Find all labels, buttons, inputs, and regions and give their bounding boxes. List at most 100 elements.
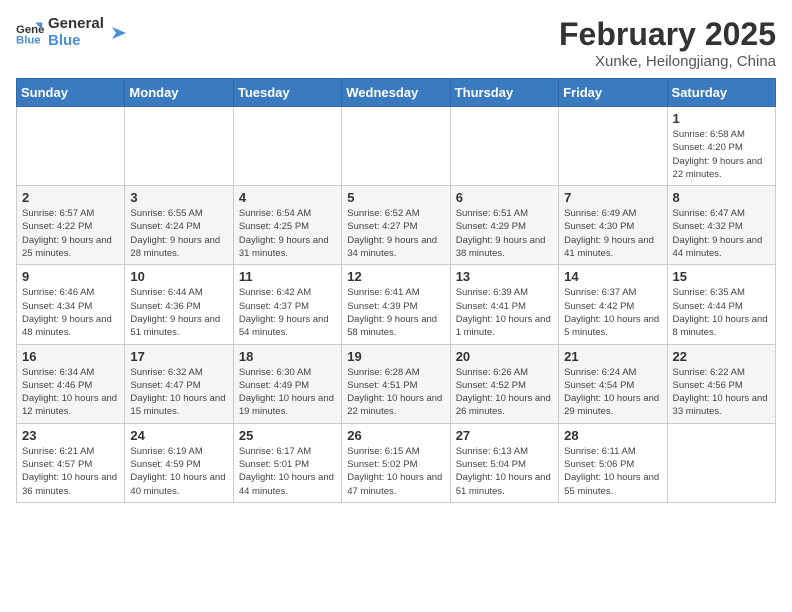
day-info: Sunrise: 6:32 AM Sunset: 4:47 PM Dayligh… bbox=[130, 366, 227, 419]
calendar-cell: 15 Sunrise: 6:35 AM Sunset: 4:44 PM Dayli… bbox=[667, 265, 775, 344]
day-number: 19 bbox=[347, 349, 444, 364]
calendar-cell: 6 Sunrise: 6:51 AM Sunset: 4:29 PM Daylig… bbox=[450, 186, 558, 265]
day-number: 18 bbox=[239, 349, 336, 364]
page-header: General Blue General Blue February 2025 … bbox=[16, 16, 776, 70]
day-number: 17 bbox=[130, 349, 227, 364]
day-number: 23 bbox=[22, 428, 119, 443]
day-number: 8 bbox=[673, 190, 770, 205]
day-number: 25 bbox=[239, 428, 336, 443]
calendar-header-row: SundayMondayTuesdayWednesdayThursdayFrid… bbox=[17, 79, 776, 107]
day-number: 12 bbox=[347, 269, 444, 284]
day-info: Sunrise: 6:57 AM Sunset: 4:22 PM Dayligh… bbox=[22, 207, 119, 260]
calendar-cell: 12 Sunrise: 6:41 AM Sunset: 4:39 PM Dayli… bbox=[342, 265, 450, 344]
day-info: Sunrise: 6:28 AM Sunset: 4:51 PM Dayligh… bbox=[347, 366, 444, 419]
weekday-header-saturday: Saturday bbox=[667, 79, 775, 107]
calendar-cell bbox=[450, 107, 558, 186]
calendar-cell bbox=[667, 423, 775, 502]
day-info: Sunrise: 6:30 AM Sunset: 4:49 PM Dayligh… bbox=[239, 366, 336, 419]
calendar-cell: 11 Sunrise: 6:42 AM Sunset: 4:37 PM Dayli… bbox=[233, 265, 341, 344]
day-number: 22 bbox=[673, 349, 770, 364]
calendar-cell: 28 Sunrise: 6:11 AM Sunset: 5:06 PM Dayli… bbox=[559, 423, 667, 502]
day-number: 24 bbox=[130, 428, 227, 443]
calendar-cell: 2 Sunrise: 6:57 AM Sunset: 4:22 PM Daylig… bbox=[17, 186, 125, 265]
day-number: 2 bbox=[22, 190, 119, 205]
weekday-header-friday: Friday bbox=[559, 79, 667, 107]
calendar-week-row: 16 Sunrise: 6:34 AM Sunset: 4:46 PM Dayli… bbox=[17, 344, 776, 423]
day-number: 6 bbox=[456, 190, 553, 205]
calendar-week-row: 2 Sunrise: 6:57 AM Sunset: 4:22 PM Daylig… bbox=[17, 186, 776, 265]
calendar-cell: 16 Sunrise: 6:34 AM Sunset: 4:46 PM Dayli… bbox=[17, 344, 125, 423]
calendar-cell: 18 Sunrise: 6:30 AM Sunset: 4:49 PM Dayli… bbox=[233, 344, 341, 423]
calendar-cell: 19 Sunrise: 6:28 AM Sunset: 4:51 PM Dayli… bbox=[342, 344, 450, 423]
day-info: Sunrise: 6:46 AM Sunset: 4:34 PM Dayligh… bbox=[22, 286, 119, 339]
day-info: Sunrise: 6:47 AM Sunset: 4:32 PM Dayligh… bbox=[673, 207, 770, 260]
day-info: Sunrise: 6:35 AM Sunset: 4:44 PM Dayligh… bbox=[673, 286, 770, 339]
calendar-cell: 27 Sunrise: 6:13 AM Sunset: 5:04 PM Dayli… bbox=[450, 423, 558, 502]
calendar-cell bbox=[125, 107, 233, 186]
calendar-cell: 4 Sunrise: 6:54 AM Sunset: 4:25 PM Daylig… bbox=[233, 186, 341, 265]
day-info: Sunrise: 6:15 AM Sunset: 5:02 PM Dayligh… bbox=[347, 445, 444, 498]
day-info: Sunrise: 6:37 AM Sunset: 4:42 PM Dayligh… bbox=[564, 286, 661, 339]
logo-blue: Blue bbox=[48, 33, 104, 50]
svg-text:Blue: Blue bbox=[16, 34, 41, 46]
calendar-cell: 22 Sunrise: 6:22 AM Sunset: 4:56 PM Dayli… bbox=[667, 344, 775, 423]
calendar-cell: 25 Sunrise: 6:17 AM Sunset: 5:01 PM Dayli… bbox=[233, 423, 341, 502]
day-info: Sunrise: 6:54 AM Sunset: 4:25 PM Dayligh… bbox=[239, 207, 336, 260]
day-info: Sunrise: 6:51 AM Sunset: 4:29 PM Dayligh… bbox=[456, 207, 553, 260]
location-subtitle: Xunke, Heilongjiang, China bbox=[559, 53, 776, 70]
day-number: 1 bbox=[673, 111, 770, 126]
day-info: Sunrise: 6:13 AM Sunset: 5:04 PM Dayligh… bbox=[456, 445, 553, 498]
calendar-cell: 3Sunrise: 6:55 AM Sunset: 4:24 PM Daylig… bbox=[125, 186, 233, 265]
day-info: Sunrise: 6:55 AM Sunset: 4:24 PM Dayligh… bbox=[130, 207, 227, 260]
day-number: 15 bbox=[673, 269, 770, 284]
day-number: 9 bbox=[22, 269, 119, 284]
day-info: Sunrise: 6:41 AM Sunset: 4:39 PM Dayligh… bbox=[347, 286, 444, 339]
day-info: Sunrise: 6:44 AM Sunset: 4:36 PM Dayligh… bbox=[130, 286, 227, 339]
logo-general: General bbox=[48, 16, 104, 33]
calendar-week-row: 1Sunrise: 6:58 AM Sunset: 4:20 PM Daylig… bbox=[17, 107, 776, 186]
day-info: Sunrise: 6:39 AM Sunset: 4:41 PM Dayligh… bbox=[456, 286, 553, 339]
day-info: Sunrise: 6:34 AM Sunset: 4:46 PM Dayligh… bbox=[22, 366, 119, 419]
day-number: 26 bbox=[347, 428, 444, 443]
day-info: Sunrise: 6:17 AM Sunset: 5:01 PM Dayligh… bbox=[239, 445, 336, 498]
calendar-cell: 20 Sunrise: 6:26 AM Sunset: 4:52 PM Dayli… bbox=[450, 344, 558, 423]
calendar-cell: 10Sunrise: 6:44 AM Sunset: 4:36 PM Dayli… bbox=[125, 265, 233, 344]
day-info: Sunrise: 6:26 AM Sunset: 4:52 PM Dayligh… bbox=[456, 366, 553, 419]
calendar-cell bbox=[233, 107, 341, 186]
day-info: Sunrise: 6:19 AM Sunset: 4:59 PM Dayligh… bbox=[130, 445, 227, 498]
logo-arrow-icon bbox=[108, 23, 128, 43]
day-number: 4 bbox=[239, 190, 336, 205]
day-info: Sunrise: 6:42 AM Sunset: 4:37 PM Dayligh… bbox=[239, 286, 336, 339]
calendar-cell: 13 Sunrise: 6:39 AM Sunset: 4:41 PM Dayli… bbox=[450, 265, 558, 344]
day-info: Sunrise: 6:11 AM Sunset: 5:06 PM Dayligh… bbox=[564, 445, 661, 498]
calendar-cell: 9 Sunrise: 6:46 AM Sunset: 4:34 PM Daylig… bbox=[17, 265, 125, 344]
day-info: Sunrise: 6:22 AM Sunset: 4:56 PM Dayligh… bbox=[673, 366, 770, 419]
calendar-cell: 8 Sunrise: 6:47 AM Sunset: 4:32 PM Daylig… bbox=[667, 186, 775, 265]
calendar-cell: 21Sunrise: 6:24 AM Sunset: 4:54 PM Dayli… bbox=[559, 344, 667, 423]
calendar-cell: 14 Sunrise: 6:37 AM Sunset: 4:42 PM Dayli… bbox=[559, 265, 667, 344]
calendar-cell: 5Sunrise: 6:52 AM Sunset: 4:27 PM Daylig… bbox=[342, 186, 450, 265]
day-number: 21 bbox=[564, 349, 661, 364]
day-number: 16 bbox=[22, 349, 119, 364]
month-year-title: February 2025 bbox=[559, 16, 776, 53]
calendar-cell: 26 Sunrise: 6:15 AM Sunset: 5:02 PM Dayli… bbox=[342, 423, 450, 502]
day-number: 14 bbox=[564, 269, 661, 284]
day-info: Sunrise: 6:21 AM Sunset: 4:57 PM Dayligh… bbox=[22, 445, 119, 498]
title-block: February 2025 Xunke, Heilongjiang, China bbox=[559, 16, 776, 70]
weekday-header-sunday: Sunday bbox=[17, 79, 125, 107]
day-number: 20 bbox=[456, 349, 553, 364]
calendar-cell: 24 Sunrise: 6:19 AM Sunset: 4:59 PM Dayli… bbox=[125, 423, 233, 502]
calendar-cell: 23 Sunrise: 6:21 AM Sunset: 4:57 PM Dayli… bbox=[17, 423, 125, 502]
calendar-week-row: 9 Sunrise: 6:46 AM Sunset: 4:34 PM Daylig… bbox=[17, 265, 776, 344]
day-number: 5 bbox=[347, 190, 444, 205]
day-number: 27 bbox=[456, 428, 553, 443]
day-number: 28 bbox=[564, 428, 661, 443]
day-number: 13 bbox=[456, 269, 553, 284]
weekday-header-tuesday: Tuesday bbox=[233, 79, 341, 107]
calendar-table: SundayMondayTuesdayWednesdayThursdayFrid… bbox=[16, 78, 776, 503]
weekday-header-thursday: Thursday bbox=[450, 79, 558, 107]
day-number: 7 bbox=[564, 190, 661, 205]
calendar-cell: 1Sunrise: 6:58 AM Sunset: 4:20 PM Daylig… bbox=[667, 107, 775, 186]
day-number: 11 bbox=[239, 269, 336, 284]
day-info: Sunrise: 6:49 AM Sunset: 4:30 PM Dayligh… bbox=[564, 207, 661, 260]
